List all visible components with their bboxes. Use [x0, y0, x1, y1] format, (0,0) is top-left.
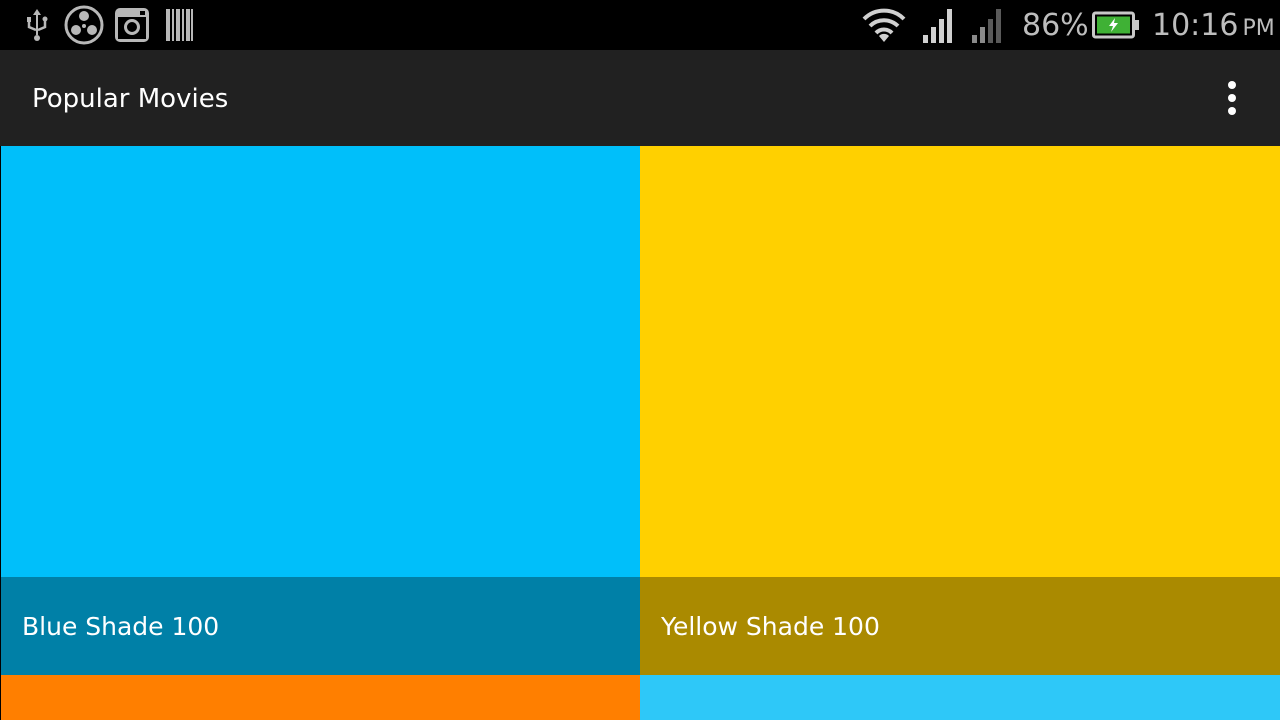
signal-secondary-icon [970, 0, 1006, 50]
overflow-dot [1228, 81, 1236, 89]
clock-time: 10:16 [1152, 8, 1239, 43]
movie-tile[interactable]: Yellow Shade 100 [640, 146, 1280, 675]
action-bar: Popular Movies [0, 50, 1280, 146]
battery-percent: 86% [1022, 8, 1089, 43]
clock: 10:16 PM [1152, 0, 1275, 50]
usb-icon [22, 0, 52, 50]
more-vert-icon[interactable] [1208, 74, 1256, 122]
overflow-dot [1228, 107, 1236, 115]
media-app-icon [63, 0, 105, 50]
wifi-icon [861, 0, 907, 50]
instagram-icon [113, 0, 151, 50]
movie-caption: Yellow Shade 100 [640, 577, 1280, 675]
app-title: Popular Movies [32, 84, 229, 114]
movie-tile[interactable] [640, 675, 1280, 720]
movie-tile[interactable]: Blue Shade 100 [1, 146, 640, 675]
overflow-dot [1228, 94, 1236, 102]
barcode-icon [164, 0, 196, 50]
signal-icon [921, 0, 957, 50]
status-bar: 86% 10:16 PM [0, 0, 1280, 50]
clock-ampm: PM [1242, 16, 1275, 41]
movie-title: Blue Shade 100 [22, 612, 220, 641]
battery-charging-icon [1092, 0, 1140, 50]
movie-caption: Blue Shade 100 [1, 577, 640, 675]
movie-grid: Blue Shade 100 Yellow Shade 100 [0, 146, 1280, 720]
movie-tile[interactable] [1, 675, 640, 720]
movie-title: Yellow Shade 100 [661, 612, 880, 641]
